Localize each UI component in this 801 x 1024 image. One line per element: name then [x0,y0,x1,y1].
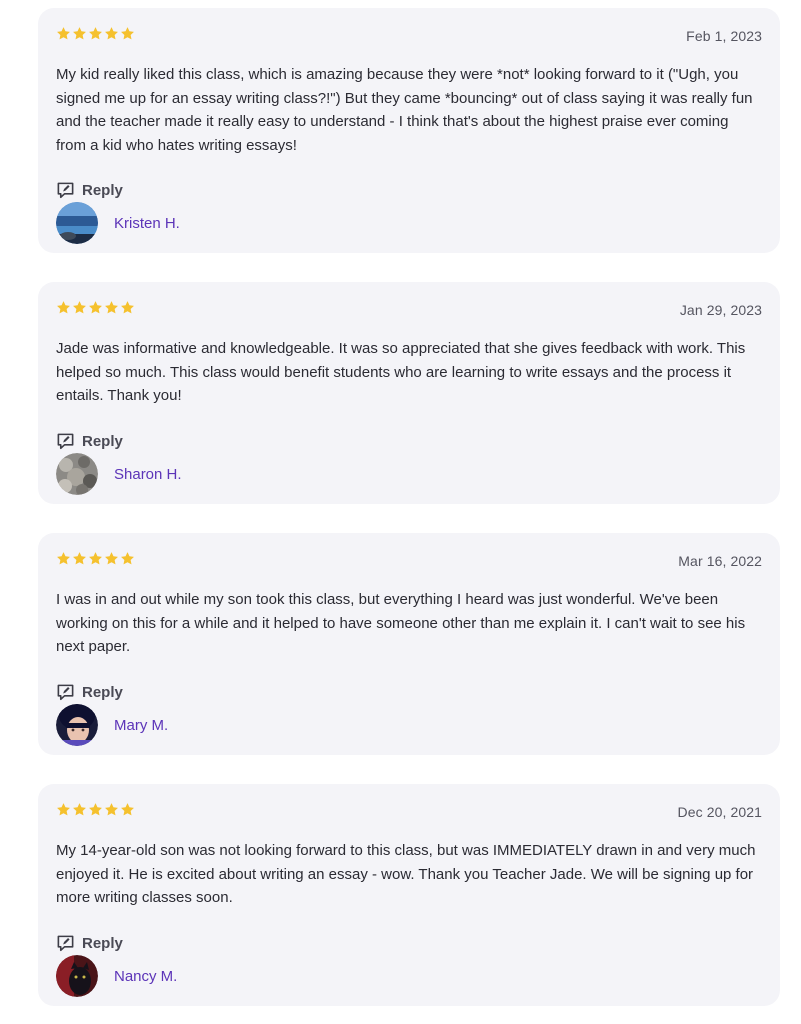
reply-speech-bubble-icon [57,935,74,952]
star-icon [121,803,134,816]
review-card: Jan 29, 2023 Jade was informative and kn… [38,282,780,504]
star-icon [89,27,102,40]
author-name[interactable]: Nancy M. [114,968,177,985]
reply-button[interactable]: Reply [56,683,123,702]
reply-speech-bubble-icon [57,182,74,199]
star-icon [57,552,70,565]
review-card: Feb 1, 2023 My kid really liked this cla… [38,8,780,253]
review-text: Jade was informative and knowledgeable. … [56,340,746,404]
avatar[interactable] [56,704,98,746]
star-icon [57,301,70,314]
review-card: Dec 20, 2021 My 14-year-old son was not … [38,784,780,1006]
reply-label: Reply [82,684,123,701]
review-author: Nancy M. [56,955,177,997]
review-date: Feb 1, 2023 [686,28,762,44]
star-icon [121,552,134,565]
review-date: Mar 16, 2022 [678,553,762,569]
star-icon [57,803,70,816]
star-rating [56,26,135,41]
reply-label: Reply [82,182,123,199]
star-icon [105,27,118,40]
star-rating [56,300,135,315]
avatar[interactable] [56,202,98,244]
review-text: I was in and out while my son took this … [56,591,746,655]
star-icon [89,803,102,816]
star-rating [56,802,135,817]
reply-button[interactable]: Reply [56,432,123,451]
star-icon [105,301,118,314]
reply-button[interactable]: Reply [56,181,123,200]
star-icon [89,552,102,565]
review-text: My 14-year-old son was not looking forwa… [56,842,756,906]
review-date: Jan 29, 2023 [679,302,762,318]
star-icon [73,27,86,40]
avatar[interactable] [56,453,98,495]
star-icon [57,27,70,40]
review-text: My kid really liked this class, which is… [56,66,753,154]
star-icon [73,301,86,314]
author-name[interactable]: Mary M. [114,717,168,734]
reviews-list: Feb 1, 2023 My kid really liked this cla… [0,0,801,1024]
star-icon [105,552,118,565]
star-icon [121,27,134,40]
star-icon [73,552,86,565]
star-icon [73,803,86,816]
author-name[interactable]: Kristen H. [114,215,180,232]
reply-speech-bubble-icon [57,684,74,701]
author-name[interactable]: Sharon H. [114,466,182,483]
reply-label: Reply [82,433,123,450]
reply-label: Reply [82,935,123,952]
review-author: Sharon H. [56,453,182,495]
avatar[interactable] [56,955,98,997]
review-card: Mar 16, 2022 I was in and out while my s… [38,533,780,755]
star-icon [89,301,102,314]
star-icon [121,301,134,314]
review-author: Kristen H. [56,202,180,244]
star-icon [105,803,118,816]
star-rating [56,551,135,566]
review-date: Dec 20, 2021 [677,804,762,820]
review-author: Mary M. [56,704,168,746]
reply-speech-bubble-icon [57,433,74,450]
reply-button[interactable]: Reply [56,934,123,953]
